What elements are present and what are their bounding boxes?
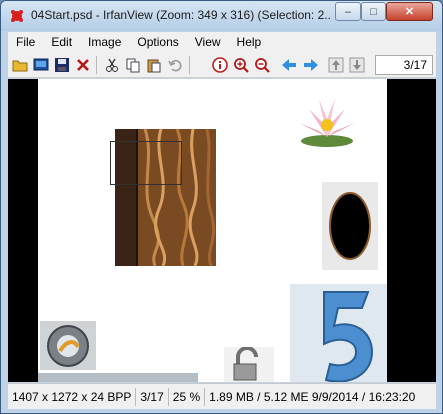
status-bar: 1407 x 1272 x 24 BPP 3/17 25 % 1.89 MB /… (8, 383, 436, 409)
first-icon[interactable] (327, 56, 345, 74)
selection-rectangle[interactable] (110, 141, 182, 185)
copy-icon[interactable] (124, 56, 142, 74)
status-memory-date: 1.89 MB / 5.12 ME 9/9/2014 / 16:23:20 (209, 389, 416, 404)
status-zoom: 25 % (169, 387, 206, 406)
toolbar-separator (96, 56, 97, 74)
undo-icon[interactable] (166, 56, 184, 74)
menu-file[interactable]: File (8, 35, 43, 49)
zoom-in-icon[interactable] (232, 56, 250, 74)
menu-bar: File Edit Image Options View Help (8, 32, 436, 52)
menu-view[interactable]: View (187, 35, 229, 49)
cut-icon[interactable] (103, 56, 121, 74)
round-gadget-image (40, 321, 96, 370)
oval-mirror-image (322, 182, 378, 270)
menu-edit[interactable]: Edit (43, 35, 80, 49)
toolbar: 3/17 (8, 52, 436, 78)
padlock-image (224, 347, 274, 382)
menu-help[interactable]: Help (229, 35, 270, 49)
toolbar-separator (189, 56, 190, 74)
close-button[interactable]: ✕ (386, 2, 433, 21)
number-five-image (290, 284, 387, 382)
paste-icon[interactable] (145, 56, 163, 74)
minimize-button[interactable]: – (335, 2, 361, 21)
slideshow-icon[interactable] (32, 56, 50, 74)
maximize-button[interactable]: □ (361, 2, 386, 21)
image-viewport[interactable] (8, 79, 436, 382)
bottom-strip-image (38, 373, 198, 382)
page-counter-field[interactable]: 3/17 (375, 55, 433, 75)
open-folder-icon[interactable] (11, 56, 29, 74)
status-index: 3/17 (136, 387, 169, 406)
next-arrow-icon[interactable] (302, 56, 320, 74)
irfanview-app-icon[interactable] (9, 8, 25, 24)
info-icon[interactable] (211, 56, 229, 74)
delete-icon[interactable] (74, 56, 92, 74)
window-title: 04Start.psd - IrfanView (Zoom: 349 x 316… (31, 8, 331, 22)
irfanview-window: 04Start.psd - IrfanView (Zoom: 349 x 316… (0, 0, 443, 414)
last-icon[interactable] (348, 56, 366, 74)
menu-image[interactable]: Image (80, 35, 129, 49)
save-icon[interactable] (53, 56, 71, 74)
zoom-out-icon[interactable] (253, 56, 271, 74)
image-canvas[interactable] (38, 79, 387, 382)
menu-options[interactable]: Options (129, 35, 186, 49)
title-bar[interactable]: 04Start.psd - IrfanView (Zoom: 349 x 316… (1, 1, 442, 31)
water-lily-image (299, 99, 355, 147)
previous-arrow-icon[interactable] (280, 56, 298, 74)
status-dimensions: 1407 x 1272 x 24 BPP (8, 387, 137, 406)
